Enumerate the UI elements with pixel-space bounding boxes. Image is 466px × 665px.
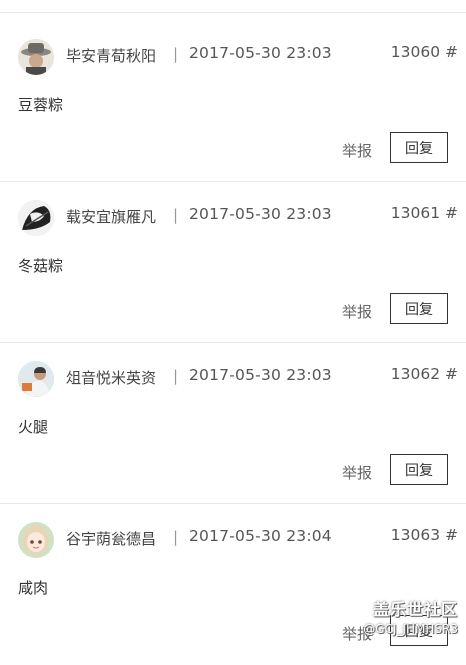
post-time: 2017-05-30 23:03 [189, 44, 332, 62]
post-content: 冬菇粽 [18, 257, 64, 275]
floor-number: 13063 # [390, 526, 458, 544]
post-item: 毕安青荀秋阳 | 2017-05-30 23:03 13060 # 豆蓉粽 举报… [0, 21, 466, 182]
separator: | [173, 367, 179, 385]
post-content: 豆蓉粽 [18, 96, 64, 114]
post-content: 火腿 [18, 418, 49, 436]
separator: | [173, 206, 179, 224]
separator: | [173, 528, 179, 546]
reply-button[interactable]: 回复 [390, 615, 448, 646]
author-name[interactable]: 载安宜旗雁凡 [66, 206, 156, 227]
post-content: 咸肉 [18, 579, 49, 597]
author-name[interactable]: 毕安青荀秋阳 [66, 45, 156, 66]
avatar-hat-icon[interactable] [18, 39, 54, 75]
author-name[interactable]: 俎音悦米英资 [66, 367, 156, 388]
post-item: 俎音悦米英资 | 2017-05-30 23:03 13062 # 火腿 举报 … [0, 343, 466, 504]
report-link[interactable]: 举报 [342, 623, 372, 644]
avatar-anime-girl-icon[interactable] [18, 522, 54, 558]
post-time: 2017-05-30 23:03 [189, 205, 332, 223]
report-link[interactable]: 举报 [342, 301, 372, 322]
report-link[interactable]: 举报 [342, 140, 372, 161]
separator: | [173, 45, 179, 63]
post-item: 谷宇荫瓮德昌 | 2017-05-30 23:04 13063 # 咸肉 举报 … [0, 504, 466, 665]
reply-button[interactable]: 回复 [390, 293, 448, 324]
reply-button[interactable]: 回复 [390, 454, 448, 485]
post-time: 2017-05-30 23:03 [189, 366, 332, 384]
author-name[interactable]: 谷宇荫瓮德昌 [66, 528, 156, 549]
floor-number: 13061 # [390, 204, 458, 222]
avatar-person-icon[interactable] [18, 361, 54, 397]
avatar-sketch-icon[interactable] [18, 200, 54, 236]
reply-button[interactable]: 回复 [390, 132, 448, 163]
post-time: 2017-05-30 23:04 [189, 527, 332, 545]
report-link[interactable]: 举报 [342, 462, 372, 483]
post-item: 载安宜旗雁凡 | 2017-05-30 23:03 13061 # 冬菇粽 举报… [0, 182, 466, 343]
floor-number: 13062 # [390, 365, 458, 383]
floor-number: 13060 # [390, 43, 458, 61]
top-strip [0, 0, 466, 13]
